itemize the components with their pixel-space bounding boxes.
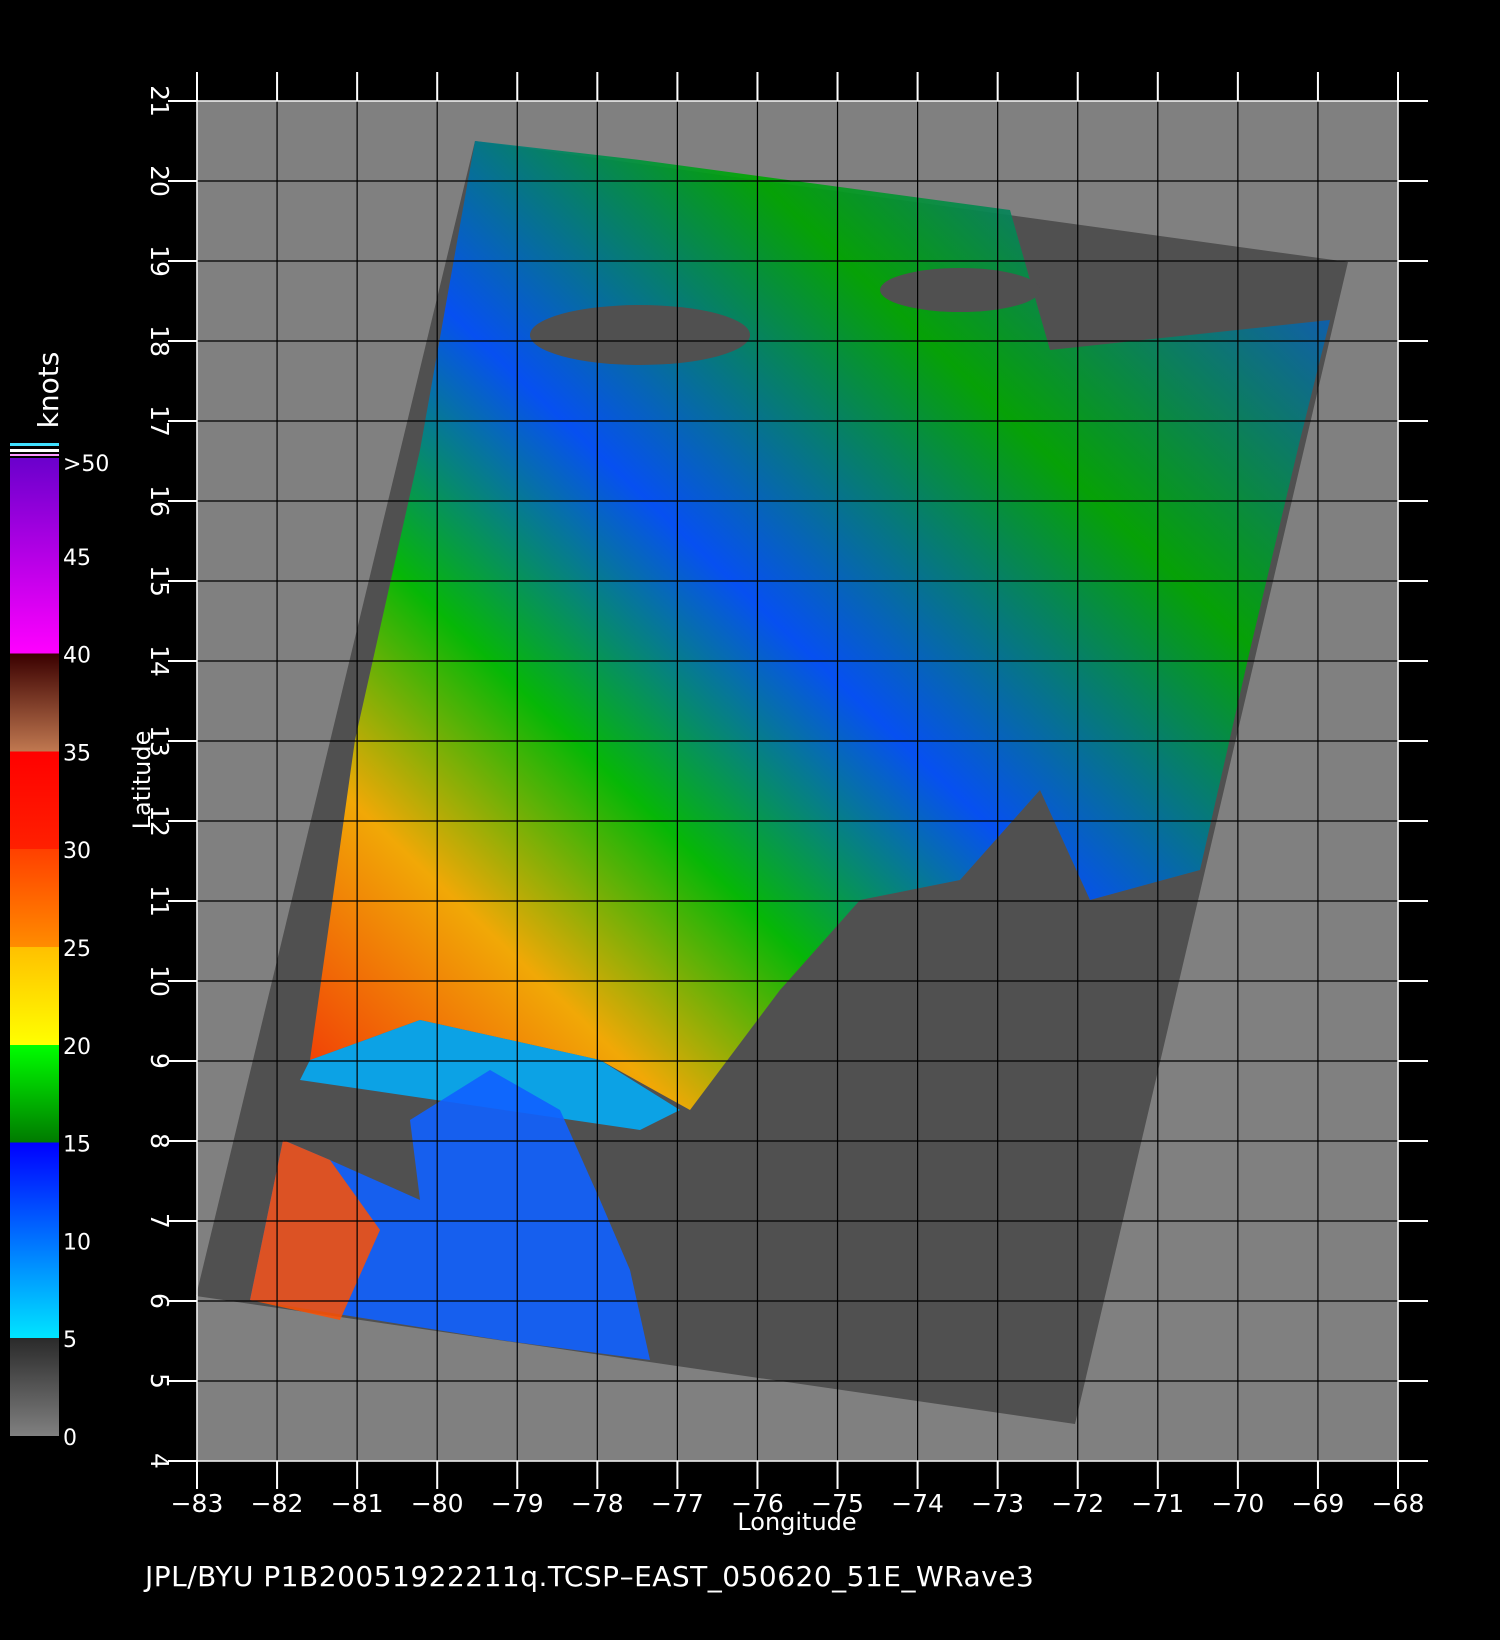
- colorbar-label: 35: [63, 741, 91, 766]
- x-tick-label: −74: [891, 1489, 944, 1518]
- y-tick-label: 9: [145, 1053, 174, 1069]
- x-tick-label: −82: [251, 1489, 304, 1518]
- wind-speed-map: −83 −82 −81 −80 −79 −78 −77 −76 −75 −74 −73 −72 −71−…: [10, 72, 1428, 1536]
- y-tick-label: 18: [145, 325, 174, 357]
- land-cuba-south: [530, 305, 750, 365]
- y-tick-label: 11: [145, 885, 174, 917]
- x-tick-label: −70: [1211, 1489, 1264, 1518]
- colorbar-top-stripe-2: [10, 449, 59, 452]
- x-tick-label: −68: [1372, 1489, 1425, 1518]
- colorbar-gradient: [10, 458, 59, 1436]
- colorbar-label: 25: [63, 937, 91, 962]
- x-axis-label: Longitude: [737, 1508, 856, 1536]
- y-tick-label: 14: [145, 645, 174, 677]
- colorbar-top-stripes: [10, 443, 59, 446]
- footer-caption: JPL/BYU P1B20051922211q.TCSP–EAST_050620…: [145, 1560, 1035, 1593]
- x-tick-label: −79: [491, 1489, 544, 1518]
- land-hispaniola: [880, 268, 1040, 312]
- y-axis-label: Latitude: [128, 731, 156, 830]
- y-tick-label: 21: [145, 85, 174, 117]
- colorbar-label: 45: [63, 546, 91, 571]
- colorbar-label: >50: [63, 452, 109, 477]
- x-tick-label: −81: [331, 1489, 384, 1518]
- colorbar-label: 30: [63, 839, 91, 864]
- x-tick-label: −78: [571, 1489, 624, 1518]
- y-tick-label: 20: [145, 165, 174, 197]
- x-tick-label: −83: [171, 1489, 224, 1518]
- y-tick-label: 10: [145, 965, 174, 997]
- colorbar: knots >50 45 40 35 30 25 20 15 10 5 0: [10, 352, 109, 1451]
- y-tick-label: 17: [145, 405, 174, 437]
- y-tick-label: 15: [145, 565, 174, 597]
- y-tick-label: 7: [145, 1213, 174, 1229]
- colorbar-label: 15: [63, 1133, 91, 1158]
- colorbar-top-stripe-3: [10, 454, 59, 456]
- y-tick-label: 6: [145, 1293, 174, 1309]
- y-tick-label: 19: [145, 245, 174, 277]
- y-tick-label: 4: [145, 1453, 174, 1469]
- y-tick-label: 8: [145, 1133, 174, 1149]
- x-tick-label: −80: [411, 1489, 464, 1518]
- colorbar-label: 0: [63, 1426, 77, 1451]
- x-tick-label: −71: [1131, 1489, 1184, 1518]
- x-tick-label: −77: [651, 1489, 704, 1518]
- x-tick-label: −69: [1292, 1489, 1345, 1518]
- colorbar-label: 40: [63, 644, 91, 669]
- x-tick-label: −72: [1051, 1489, 1104, 1518]
- colorbar-label: 20: [63, 1035, 91, 1060]
- colorbar-labels: >50 45 40 35 30 25 20 15 10 5 0: [63, 452, 109, 1451]
- colorbar-title: knots: [32, 352, 65, 429]
- y-tick-label: 16: [145, 485, 174, 517]
- x-tick-label: −73: [971, 1489, 1024, 1518]
- colorbar-label: 5: [63, 1328, 77, 1353]
- y-tick-label: 5: [145, 1373, 174, 1389]
- colorbar-label: 10: [63, 1230, 91, 1255]
